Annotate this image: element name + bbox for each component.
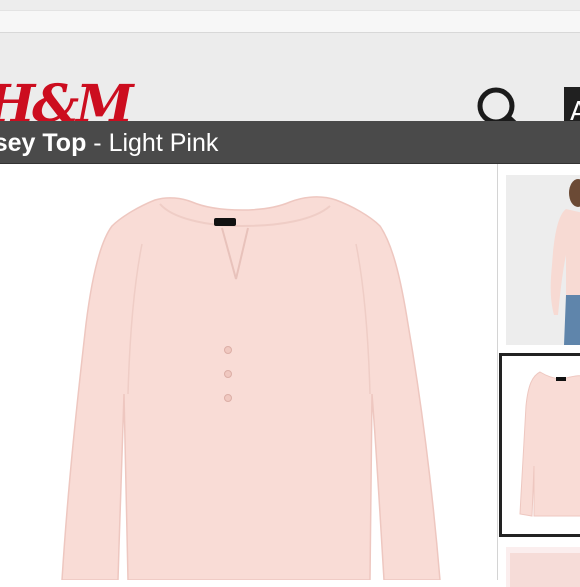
brand-logo[interactable]: H&M bbox=[0, 75, 134, 122]
site-header: H&M A bbox=[0, 33, 580, 122]
browser-top-bar bbox=[0, 0, 580, 33]
search-icon[interactable] bbox=[471, 81, 531, 122]
address-field[interactable] bbox=[0, 10, 580, 33]
product-photo-icon bbox=[502, 356, 580, 534]
gallery-divider bbox=[497, 164, 498, 580]
model-photo-icon bbox=[506, 175, 580, 345]
account-button[interactable]: A bbox=[564, 87, 580, 121]
thumbnail-detail-photo[interactable] bbox=[506, 547, 580, 587]
main-product-image[interactable] bbox=[0, 164, 497, 580]
product-title: rsey Top - Light Pink bbox=[0, 121, 218, 163]
product-name: rsey Top bbox=[0, 129, 87, 157]
thumbnail-model-photo[interactable] bbox=[506, 175, 580, 345]
thumbnail-product-photo[interactable] bbox=[499, 353, 580, 537]
product-color: Light Pink bbox=[108, 129, 219, 157]
detail-photo-icon bbox=[506, 547, 580, 587]
title-separator: - bbox=[86, 129, 109, 157]
shirt-illustration bbox=[61, 196, 441, 580]
product-title-bar: rsey Top - Light Pink bbox=[0, 121, 580, 164]
